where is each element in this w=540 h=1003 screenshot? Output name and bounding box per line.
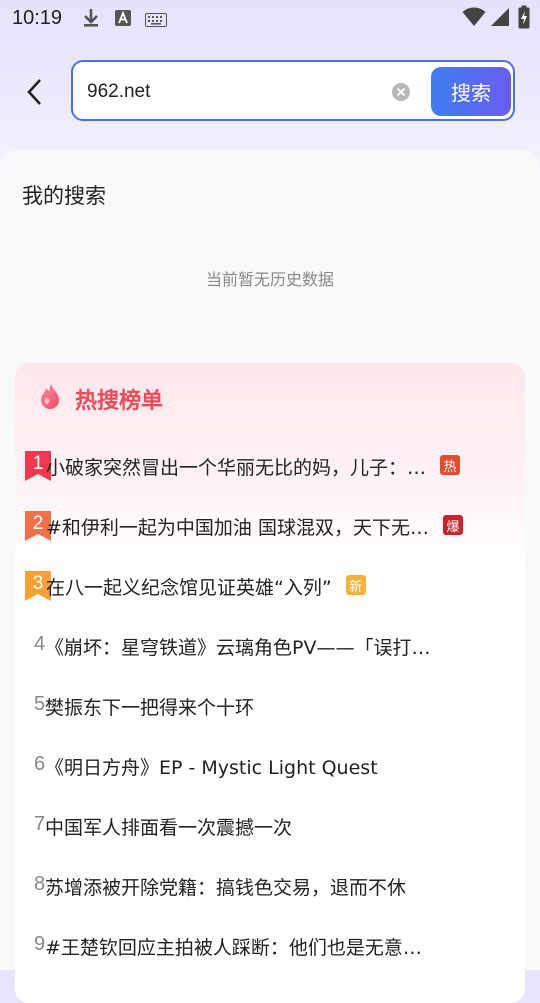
hot-list-title: 热搜榜单	[75, 389, 164, 414]
hot-list-item[interactable]: 3 在八一起义纪念馆见证英雄“入列” 新	[15, 567, 525, 607]
hot-list-item[interactable]: 6 《明日方舟》EP - Mystic Light Quest	[15, 747, 525, 787]
wifi-icon	[462, 7, 486, 31]
rank-number: 6	[34, 753, 46, 775]
download-icon	[82, 8, 100, 32]
status-time: 10:19	[12, 7, 63, 29]
hot-list-item[interactable]: 2 #和伊利一起为中国加油 国球混双，天下无… 爆	[15, 507, 525, 547]
hot-list-item[interactable]: 8 苏增添被开除党籍：搞钱色交易，退而不休	[15, 867, 525, 907]
clear-icon[interactable]	[391, 82, 411, 102]
hot-item-title: 小破家突然冒出一个华丽无比的妈，儿子：…	[46, 457, 427, 479]
hot-list-header: 热搜榜单	[37, 381, 163, 417]
hot-item-title: 中国军人排面看一次震撼一次	[45, 817, 293, 839]
hot-tag-badge: 新	[345, 575, 366, 595]
hot-list-panel: 热搜榜单 1 小破家突然冒出一个华丽无比的妈，儿子：… 热 2 #和伊利一起为中国加油 …	[15, 363, 525, 1003]
rank-number: 8	[34, 873, 46, 895]
hot-item-title: #王楚钦回应主拍被人踩断：他们也是无意…	[45, 937, 422, 959]
rank-number: 7	[34, 813, 46, 835]
hot-list-item[interactable]: 4 《崩坏：星穹铁道》云璃角色PV——「误打…	[15, 627, 525, 667]
flame-icon	[37, 382, 65, 416]
hot-item-title: #和伊利一起为中国加油 国球混双，天下无…	[46, 517, 429, 539]
hot-list-item[interactable]: 7 中国军人排面看一次震撼一次	[15, 807, 525, 847]
rank-number: 4	[34, 633, 46, 655]
search-input[interactable]	[85, 72, 389, 112]
search-button[interactable]: 搜索	[431, 67, 511, 116]
hot-item-title: 苏增添被开除党籍：搞钱色交易，退而不休	[45, 877, 407, 899]
hot-item-title: 《明日方舟》EP - Mystic Light Quest	[45, 757, 378, 779]
hot-item-title: 《崩坏：星穹铁道》云璃角色PV——「误打…	[45, 637, 431, 659]
hot-tag-badge: 爆	[442, 515, 463, 535]
hot-list-item[interactable]: 9 #王楚钦回应主拍被人踩断：他们也是无意…	[15, 927, 525, 967]
rank-number: 9	[34, 933, 46, 955]
history-empty-text: 当前暂无历史数据	[205, 270, 334, 289]
chevron-left-icon	[27, 79, 41, 105]
hot-tag-badge: 热	[440, 455, 460, 475]
signal-icon	[490, 7, 510, 31]
keyboard-icon	[145, 12, 167, 31]
main-card: 我的搜索 当前暂无历史数据 热搜榜单 1 小破家突然冒出一个华丽无比的妈，儿子：……	[0, 150, 540, 1003]
back-button[interactable]	[20, 74, 48, 110]
hot-list-item[interactable]: 1 小破家突然冒出一个华丽无比的妈，儿子：… 热	[15, 447, 525, 487]
search-bar: 搜索	[71, 60, 515, 121]
battery-charging-icon	[518, 5, 530, 33]
hot-item-title: 樊振东下一把得来个十环	[45, 697, 255, 719]
hot-item-title: 在八一起义纪念馆见证英雄“入列”	[46, 577, 332, 599]
hot-list-item[interactable]: 5 樊振东下一把得来个十环	[15, 687, 525, 727]
rank-number: 5	[34, 693, 46, 715]
status-bar: 10:19	[0, 0, 540, 36]
history-title: 我的搜索	[22, 184, 106, 208]
font-a-icon	[114, 9, 132, 31]
